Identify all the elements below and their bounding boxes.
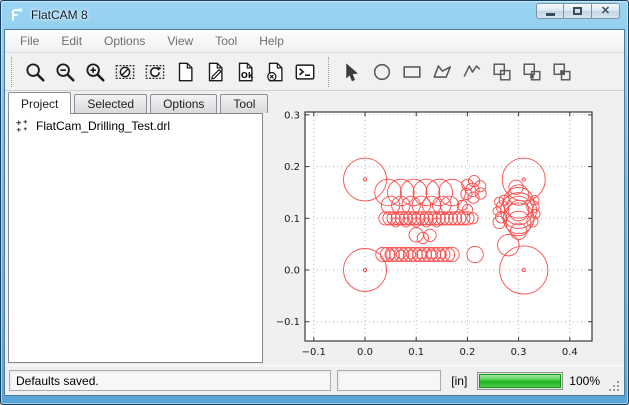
close-button[interactable]: ✕	[592, 3, 620, 19]
progress-percent: 100%	[569, 374, 600, 388]
new-geometry-button[interactable]	[170, 58, 200, 86]
plot-canvas[interactable]: −0.1 0.0 0.1 0.2 0.3 0.4 −0.1 0.0 0.1 0.2 0.3	[263, 91, 624, 365]
tab-selected[interactable]: Selected	[74, 94, 147, 113]
zoom-fit-button[interactable]	[20, 58, 50, 86]
minimize-button[interactable]	[536, 3, 564, 19]
ok-file-icon: Ok	[234, 61, 256, 83]
svg-text:0.0: 0.0	[284, 266, 300, 277]
subtract-tool-button[interactable]	[547, 58, 577, 86]
title-bar[interactable]: FlatCAM 8 ✕	[1, 1, 628, 29]
rectangle-icon	[401, 61, 423, 83]
union-icon	[491, 61, 513, 83]
svg-text:−0.1: −0.1	[302, 347, 326, 358]
clear-plot-button[interactable]	[110, 58, 140, 86]
svg-text:0.0: 0.0	[357, 347, 373, 358]
replot-icon	[144, 61, 166, 83]
command-line-button[interactable]	[290, 58, 320, 86]
progress-fill	[479, 374, 561, 388]
client-area: File Edit Options View Tool Help	[4, 29, 625, 396]
replot-button[interactable]	[140, 58, 170, 86]
svg-text:−0.1: −0.1	[276, 317, 300, 328]
cursor-arrow-icon	[341, 61, 363, 83]
cancel-file-icon	[264, 61, 286, 83]
maximize-icon	[573, 7, 582, 15]
status-message: Defaults saved.	[9, 370, 331, 391]
select-tool-button[interactable]	[337, 58, 367, 86]
status-bar: Defaults saved. [in] 100%	[5, 365, 624, 395]
clear-plot-icon	[114, 61, 136, 83]
union-tool-button[interactable]	[487, 58, 517, 86]
zoom-out-icon	[54, 61, 76, 83]
toolbar-group-view: Ok	[11, 57, 324, 87]
menu-edit[interactable]: Edit	[50, 31, 93, 51]
menu-bar: File Edit Options View Tool Help	[5, 30, 624, 53]
svg-text:0.2: 0.2	[284, 162, 300, 173]
rectangle-tool-button[interactable]	[397, 58, 427, 86]
drill-points-icon	[15, 118, 30, 133]
svg-text:0.1: 0.1	[408, 347, 424, 358]
zoom-fit-icon	[24, 61, 46, 83]
menu-help[interactable]: Help	[248, 31, 295, 51]
polygon-icon	[431, 61, 453, 83]
svg-text:0.4: 0.4	[562, 347, 578, 358]
main-area: Project Selected Options Tool FlatCam_Dr…	[5, 91, 624, 365]
edit-file-icon	[204, 61, 226, 83]
menu-view[interactable]: View	[156, 31, 204, 51]
units-label: [in]	[447, 374, 471, 388]
polygon-tool-button[interactable]	[427, 58, 457, 86]
window-title: FlatCAM 8	[31, 8, 88, 22]
progress-bar	[477, 372, 563, 390]
status-secondary-panel	[337, 370, 441, 391]
menu-file[interactable]: File	[9, 31, 50, 51]
shell-icon	[294, 61, 316, 83]
left-panel: Project Selected Options Tool FlatCam_Dr…	[5, 91, 263, 365]
toolbar-group-geometry	[328, 57, 581, 87]
path-icon	[461, 61, 483, 83]
circle-icon	[371, 61, 393, 83]
caption-buttons: ✕	[536, 3, 620, 19]
minimize-icon	[546, 13, 555, 16]
svg-text:Ok: Ok	[241, 69, 254, 79]
zoom-out-button[interactable]	[50, 58, 80, 86]
svg-text:0.3: 0.3	[511, 347, 527, 358]
menu-tool[interactable]: Tool	[204, 31, 248, 51]
tab-bar: Project Selected Options Tool	[8, 91, 263, 113]
edit-geometry-button[interactable]	[200, 58, 230, 86]
menu-options[interactable]: Options	[93, 31, 156, 51]
tab-project[interactable]: Project	[8, 92, 71, 114]
zoom-in-button[interactable]	[80, 58, 110, 86]
path-tool-button[interactable]	[457, 58, 487, 86]
tree-item-drill-file[interactable]: FlatCam_Drilling_Test.drl	[9, 114, 262, 135]
tab-options[interactable]: Options	[150, 94, 217, 113]
update-geometry-button[interactable]: Ok	[230, 58, 260, 86]
project-tree[interactable]: FlatCam_Drilling_Test.drl	[8, 113, 263, 363]
app-window: FlatCAM 8 ✕ File Edit Options View Tool …	[0, 0, 629, 405]
subtract-icon	[551, 61, 573, 83]
svg-text:0.1: 0.1	[284, 214, 300, 225]
tree-item-label: FlatCam_Drilling_Test.drl	[36, 119, 170, 133]
toolbar: Ok	[5, 53, 624, 91]
flatcam-logo-icon	[9, 7, 25, 23]
drill-plot: −0.1 0.0 0.1 0.2 0.3 0.4 −0.1 0.0 0.1 0.2 0.3	[263, 91, 628, 369]
svg-text:0.2: 0.2	[459, 347, 475, 358]
resize-grip-icon[interactable]	[608, 380, 620, 392]
intersection-icon	[521, 61, 543, 83]
zoom-in-icon	[84, 61, 106, 83]
circle-tool-button[interactable]	[367, 58, 397, 86]
tab-tool[interactable]: Tool	[220, 94, 268, 113]
cancel-edit-button[interactable]	[260, 58, 290, 86]
svg-text:0.3: 0.3	[284, 110, 300, 121]
close-icon: ✕	[601, 6, 610, 17]
maximize-button[interactable]	[564, 3, 592, 19]
intersection-tool-button[interactable]	[517, 58, 547, 86]
new-file-icon	[174, 61, 196, 83]
